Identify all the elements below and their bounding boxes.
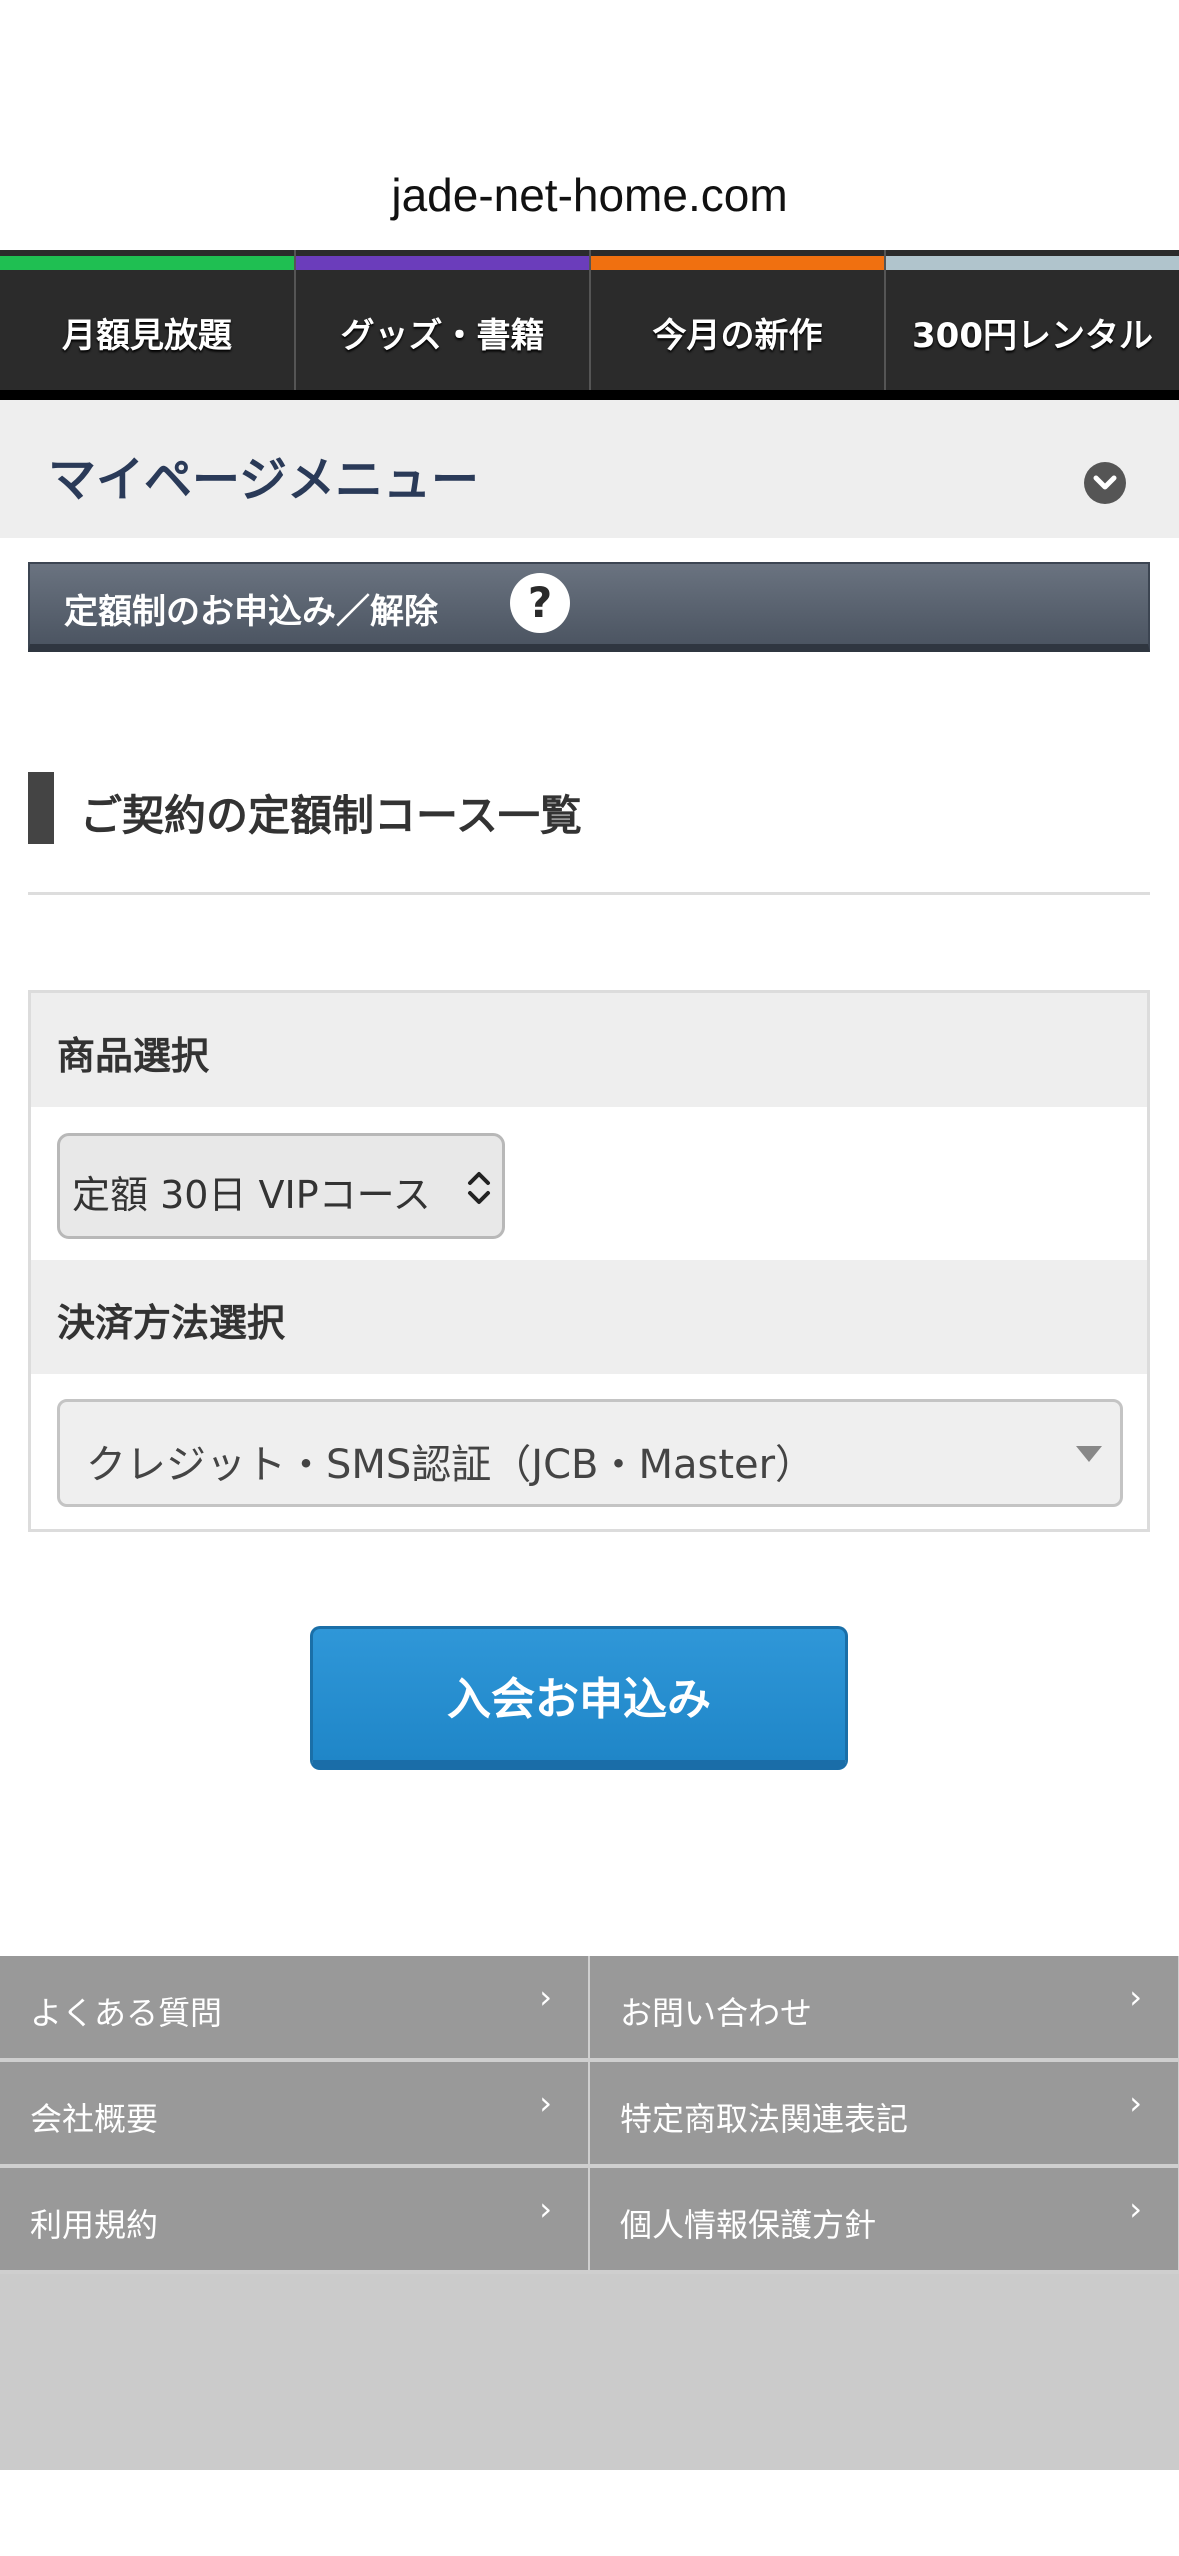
nav-bottom-border	[0, 390, 1179, 400]
footer-background	[0, 2274, 1179, 2470]
nav-tab-label: 今月の新作	[652, 315, 823, 356]
nav-tab-monthly[interactable]: 月額見放題	[0, 250, 296, 400]
footer-link-label: よくある質問	[30, 1994, 223, 2032]
payment-select[interactable]: クレジット・SMS認証（JCB・Master）	[57, 1399, 1123, 1507]
nav-stripe	[0, 256, 294, 270]
chevron-right-icon: ›	[1129, 2084, 1142, 2122]
payment-label: 決済方法選択	[57, 1301, 286, 1345]
payment-select-value: クレジット・SMS認証（JCB・Master）	[86, 1442, 816, 1488]
nav-tab-label: 月額見放題	[62, 315, 232, 356]
footer-link-label: お問い合わせ	[620, 1994, 813, 2032]
nav-stripe	[296, 256, 589, 270]
browser-address-bar: jade-net-home.com	[0, 0, 1179, 250]
footer-link-label: 利用規約	[30, 2206, 159, 2244]
nav-tab-rental[interactable]: 300円レンタル	[886, 250, 1179, 400]
nav-tab-goods[interactable]: グッズ・書籍	[296, 250, 591, 400]
product-label: 商品選択	[57, 1034, 210, 1078]
url-text[interactable]: jade-net-home.com	[0, 168, 1179, 222]
footer-link-label: 特定商取法関連表記	[620, 2100, 909, 2138]
help-icon[interactable]: ?	[510, 573, 570, 633]
chevron-right-icon: ›	[539, 2190, 552, 2228]
chevron-right-icon: ›	[539, 2084, 552, 2122]
footer-link-terms[interactable]: 利用規約 ›	[0, 2168, 588, 2270]
nav-tab-label: グッズ・書籍	[340, 315, 545, 356]
footer-link-label: 個人情報保護方針	[620, 2206, 877, 2244]
mypage-title: マイページメニュー	[48, 452, 480, 508]
mypage-menu-header[interactable]: マイページメニュー	[0, 400, 1179, 538]
section-bar-label: 定額制のお申込み／解除	[64, 592, 438, 632]
footer-link-label: 会社概要	[30, 2100, 159, 2138]
apply-membership-button[interactable]: 入会お申込み	[310, 1626, 848, 1770]
subscription-form: 商品選択 定額 30日 VIPコース 決済方法選択 クレジット・SMS認証（JC…	[28, 990, 1150, 1532]
updown-chevron-icon	[468, 1172, 490, 1204]
heading-accent-bar	[28, 772, 54, 844]
product-select-value: 定額 30日 VIPコース	[72, 1173, 431, 1217]
product-label-row: 商品選択	[31, 993, 1147, 1107]
nav-stripe	[886, 256, 1179, 270]
nav-tab-new[interactable]: 今月の新作	[591, 250, 886, 400]
footer-link-company[interactable]: 会社概要 ›	[0, 2062, 588, 2164]
footer-link-faq[interactable]: よくある質問 ›	[0, 1956, 588, 2058]
nav-stripe	[591, 256, 884, 270]
chevron-right-icon: ›	[1129, 2190, 1142, 2228]
footer-link-contact[interactable]: お問い合わせ ›	[590, 1956, 1178, 2058]
page-heading: ご契約の定額制コース一覧	[80, 791, 582, 840]
footer-link-commerce-law[interactable]: 特定商取法関連表記 ›	[590, 2062, 1178, 2164]
product-select[interactable]: 定額 30日 VIPコース	[57, 1133, 505, 1239]
nav-tab-label: 300円レンタル	[912, 315, 1153, 356]
footer-links: よくある質問 › お問い合わせ › 会社概要 › 特定商取法関連表記 › 利用規…	[0, 1956, 1179, 2274]
chevron-right-icon: ›	[539, 1978, 552, 2016]
apply-membership-label: 入会お申込み	[447, 1673, 711, 1725]
chevron-down-icon[interactable]	[1084, 462, 1126, 504]
payment-label-row: 決済方法選択	[31, 1260, 1147, 1374]
dropdown-triangle-icon	[1076, 1446, 1102, 1462]
footer-link-privacy[interactable]: 個人情報保護方針 ›	[590, 2168, 1178, 2270]
heading-divider	[28, 892, 1150, 895]
chevron-right-icon: ›	[1129, 1978, 1142, 2016]
top-nav: 月額見放題 グッズ・書籍 今月の新作 300円レンタル	[0, 250, 1179, 400]
subscription-section-bar: 定額制のお申込み／解除 ?	[28, 562, 1150, 652]
